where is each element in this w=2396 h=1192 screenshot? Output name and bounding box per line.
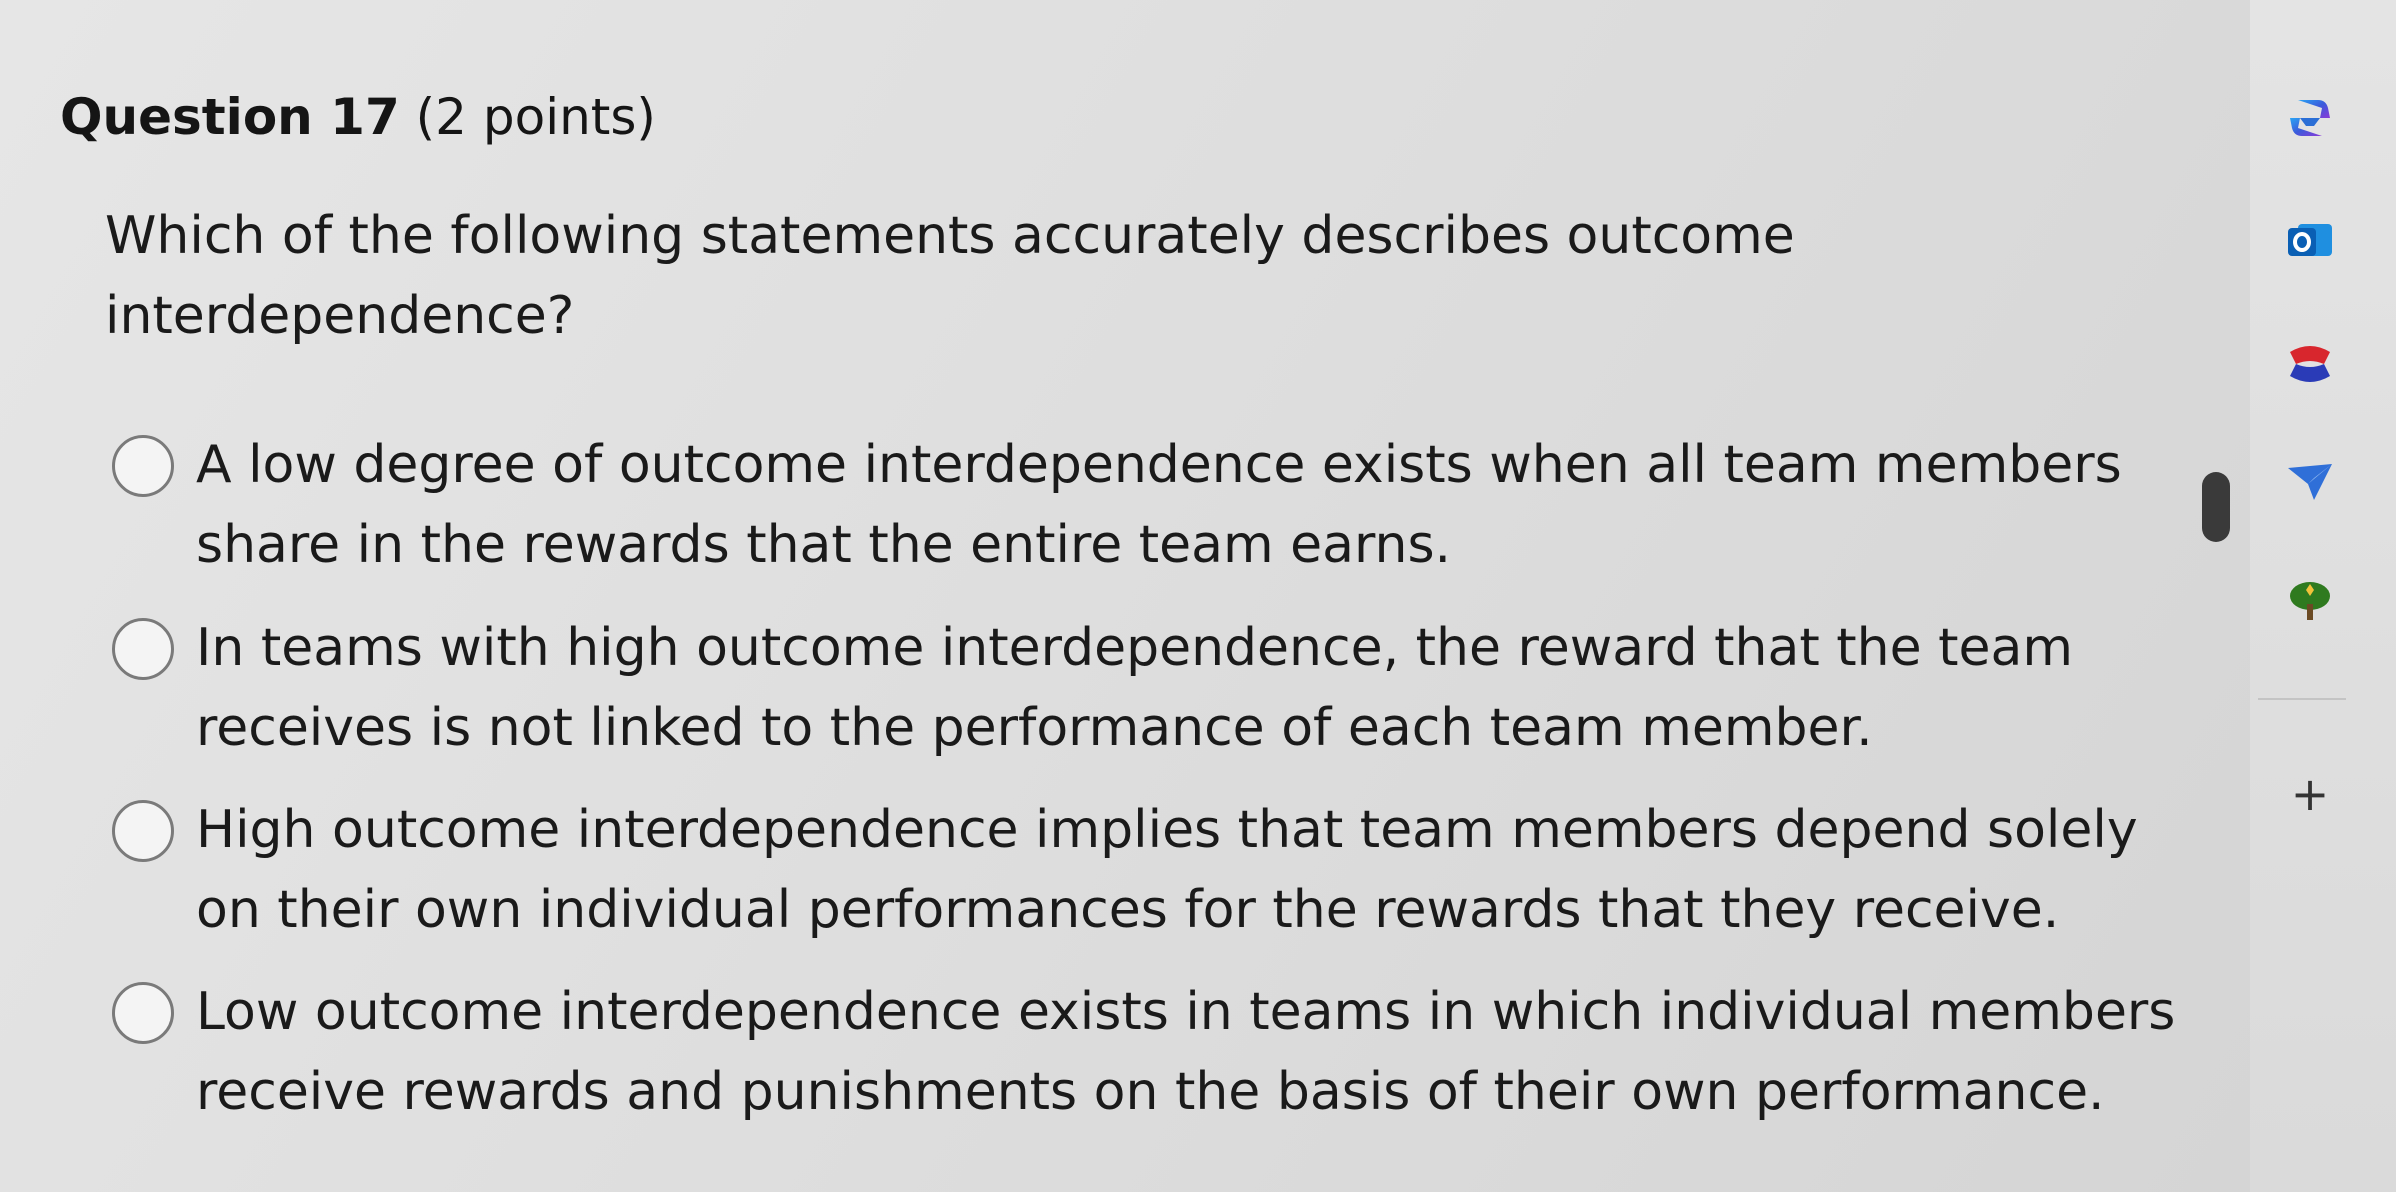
answer-option-text[interactable]: Low outcome interdependence exists in te… xyxy=(196,972,2186,1132)
games-icon[interactable] xyxy=(2284,338,2336,390)
radio-button-2[interactable] xyxy=(112,618,174,680)
answer-option-3[interactable]: High outcome interdependence implies tha… xyxy=(112,790,2192,950)
tree-icon[interactable] xyxy=(2284,574,2336,626)
scrollbar-thumb[interactable] xyxy=(2202,472,2230,542)
add-sidebar-app-button[interactable]: + xyxy=(2286,770,2334,818)
sidebar-divider xyxy=(2258,698,2346,700)
radio-button-3[interactable] xyxy=(112,800,174,862)
answer-option-text[interactable]: In teams with high outcome interdependen… xyxy=(196,608,2186,768)
answer-option-text[interactable]: A low degree of outcome interdependence … xyxy=(196,425,2186,585)
outlook-icon[interactable] xyxy=(2284,214,2336,266)
answer-option-text[interactable]: High outcome interdependence implies tha… xyxy=(196,790,2186,950)
answer-option-4[interactable]: Low outcome interdependence exists in te… xyxy=(112,972,2192,1132)
radio-button-4[interactable] xyxy=(112,982,174,1044)
answer-option-2[interactable]: In teams with high outcome interdependen… xyxy=(112,608,2192,768)
quiz-panel: Question 17 (2 points) Which of the foll… xyxy=(0,0,2250,1192)
copilot-icon[interactable] xyxy=(2284,92,2336,144)
question-prompt: Which of the following statements accura… xyxy=(105,206,1795,346)
answer-option-1[interactable]: A low degree of outcome interdependence … xyxy=(112,425,2192,585)
radio-button-1[interactable] xyxy=(112,435,174,497)
question-points: (2 points) xyxy=(415,88,656,146)
question-number: Question 17 xyxy=(60,88,400,146)
question-header: Question 17 (2 points) xyxy=(60,82,656,152)
send-icon[interactable] xyxy=(2284,456,2336,508)
